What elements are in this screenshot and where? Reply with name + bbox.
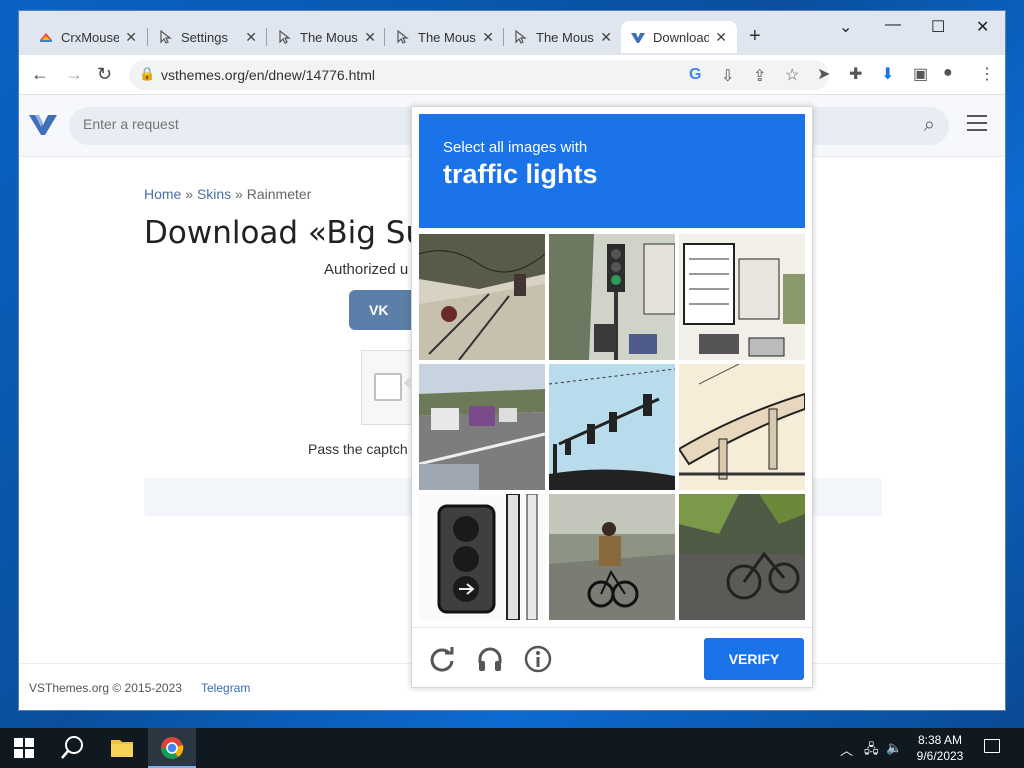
volume-muted-icon[interactable]: 🔈 — [886, 740, 902, 756]
cursor-icon — [396, 29, 410, 44]
tab-title: Download — [653, 29, 710, 45]
vsthemes-icon — [631, 30, 645, 44]
captcha-tile-5[interactable] — [549, 364, 675, 490]
side-panel-icon[interactable]: ▣ — [913, 64, 928, 84]
captcha-tile-7[interactable] — [419, 494, 545, 620]
network-icon[interactable]: 🖧 — [864, 740, 879, 762]
breadcrumb-skins[interactable]: Skins — [197, 186, 231, 202]
tab-separator — [147, 28, 148, 46]
google-icon[interactable]: G — [689, 66, 701, 84]
close-icon[interactable]: ✕ — [245, 29, 257, 46]
tab-title: The Mous — [418, 29, 476, 45]
bookmark-star-icon[interactable]: ☆ — [785, 65, 799, 85]
install-icon[interactable]: ⇩ — [721, 66, 734, 86]
tab-search-icon[interactable]: ⌄ — [839, 17, 852, 37]
close-icon[interactable]: ✕ — [715, 29, 727, 46]
captcha-checkbox[interactable] — [374, 373, 402, 401]
vk-login-button[interactable]: VK — [349, 290, 419, 330]
forward-button[interactable]: → — [65, 64, 83, 85]
captcha-tile-9[interactable] — [679, 494, 805, 620]
page-title: Download «Big Su — [144, 215, 426, 251]
tab-strip: CrxMouse ✕ Settings ✕ The Mous ✕ The Mou… — [19, 11, 1005, 55]
vk-label: VK — [369, 302, 389, 318]
captcha-tile-2[interactable] — [549, 234, 675, 360]
tab-separator — [266, 28, 267, 46]
tab-download[interactable]: Download ✕ — [621, 21, 737, 53]
vsthemes-logo[interactable] — [29, 113, 57, 137]
search-icon[interactable]: ⌕ — [924, 114, 935, 137]
tab-crxmouse[interactable]: CrxMouse ✕ — [29, 21, 147, 53]
tab-title: The Mous — [300, 29, 358, 45]
share-icon[interactable]: ⇪ — [753, 66, 766, 86]
captcha-image-grid — [419, 234, 805, 620]
chrome-taskbar-icon[interactable] — [148, 728, 196, 768]
info-icon[interactable] — [524, 645, 552, 673]
tab-title: CrxMouse — [61, 29, 120, 45]
breadcrumb-home[interactable]: Home — [144, 186, 181, 202]
hamburger-menu-icon[interactable] — [967, 115, 987, 131]
captcha-tile-1[interactable] — [419, 234, 545, 360]
clock-date: 9/6/2023 — [916, 749, 964, 763]
cursor-icon — [159, 29, 173, 44]
minimize-button[interactable]: — — [885, 16, 901, 34]
captcha-tile-4[interactable] — [419, 364, 545, 490]
tab-mouse-3[interactable]: The Mous ✕ — [504, 21, 622, 53]
new-tab-button[interactable]: + — [749, 25, 761, 48]
close-icon[interactable]: ✕ — [125, 29, 137, 46]
address-bar[interactable]: 🔒 vsthemes.org/en/dnew/14776.html G ⇩ ⇪ … — [129, 60, 829, 90]
close-icon[interactable]: ✕ — [482, 29, 494, 46]
taskbar: ︿ 🖧 🔈 8:38 AM 9/6/2023 — [0, 728, 1024, 768]
captcha-tile-3[interactable] — [679, 234, 805, 360]
breadcrumb-separator: » — [231, 186, 247, 202]
search-input[interactable] — [83, 116, 383, 132]
close-icon[interactable]: ✕ — [364, 29, 376, 46]
menu-kebab-icon[interactable]: ⋮ — [979, 64, 995, 84]
system-clock[interactable]: 8:38 AM 9/6/2023 — [910, 732, 970, 764]
tab-title: Settings — [181, 29, 228, 45]
tab-mouse-2[interactable]: The Mous ✕ — [386, 21, 504, 53]
url-text: vsthemes.org/en/dnew/14776.html — [161, 67, 376, 83]
maximize-button[interactable]: ☐ — [931, 17, 945, 37]
audio-challenge-icon[interactable] — [476, 645, 504, 673]
file-explorer-icon[interactable] — [98, 728, 146, 768]
verify-button[interactable]: VERIFY — [704, 638, 804, 680]
reload-button[interactable]: ↻ — [97, 64, 112, 85]
refresh-icon[interactable] — [428, 645, 456, 673]
tab-settings[interactable]: Settings ✕ — [149, 21, 267, 53]
breadcrumb: Home » Skins » Rainmeter — [144, 186, 311, 202]
tray-expand-icon[interactable]: ︿ — [840, 740, 853, 759]
crxmouse-extension-icon[interactable]: ➤ — [817, 64, 830, 84]
taskbar-search-icon[interactable] — [48, 728, 96, 768]
close-icon[interactable]: ✕ — [600, 29, 612, 46]
captcha-tile-6[interactable] — [679, 364, 805, 490]
footer-telegram-link[interactable]: Telegram — [201, 681, 250, 695]
captcha-tile-8[interactable] — [549, 494, 675, 620]
cursor-icon — [278, 29, 292, 44]
tab-mouse-1[interactable]: The Mous ✕ — [268, 21, 386, 53]
breadcrumb-separator: » — [181, 186, 197, 202]
clock-time: 8:38 AM — [917, 733, 963, 747]
back-button[interactable]: ← — [31, 64, 49, 85]
close-window-button[interactable]: ✕ — [976, 17, 989, 37]
tab-title: The Mous — [536, 29, 594, 45]
cursor-icon — [514, 29, 528, 44]
authorized-text: Authorized u — [324, 261, 409, 278]
captcha-challenge-popup: Select all images with traffic lights VE… — [404, 106, 813, 689]
crxmouse-icon — [39, 30, 53, 44]
pass-captcha-text: Pass the captch — [308, 441, 408, 457]
captcha-prompt-text: Select all images with — [443, 139, 588, 156]
footer-copyright: VSThemes.org © 2015-2023 — [29, 681, 182, 695]
breadcrumb-current: Rainmeter — [246, 186, 312, 202]
download-icon[interactable]: ⬇ — [881, 64, 894, 84]
captcha-prompt-target: traffic lights — [443, 159, 598, 189]
captcha-footer: VERIFY — [412, 627, 812, 689]
lock-icon: 🔒 — [139, 66, 156, 81]
profile-avatar-icon[interactable]: ● — [943, 64, 953, 82]
tab-separator — [384, 28, 385, 46]
extensions-puzzle-icon[interactable]: ✚ — [849, 64, 862, 84]
windows-start-icon[interactable] — [14, 738, 34, 758]
browser-toolbar: ← → ↻ 🔒 vsthemes.org/en/dnew/14776.html … — [19, 55, 1005, 95]
captcha-prompt-header: Select all images with traffic lights — [419, 114, 805, 228]
notification-center-icon[interactable] — [984, 739, 1000, 753]
